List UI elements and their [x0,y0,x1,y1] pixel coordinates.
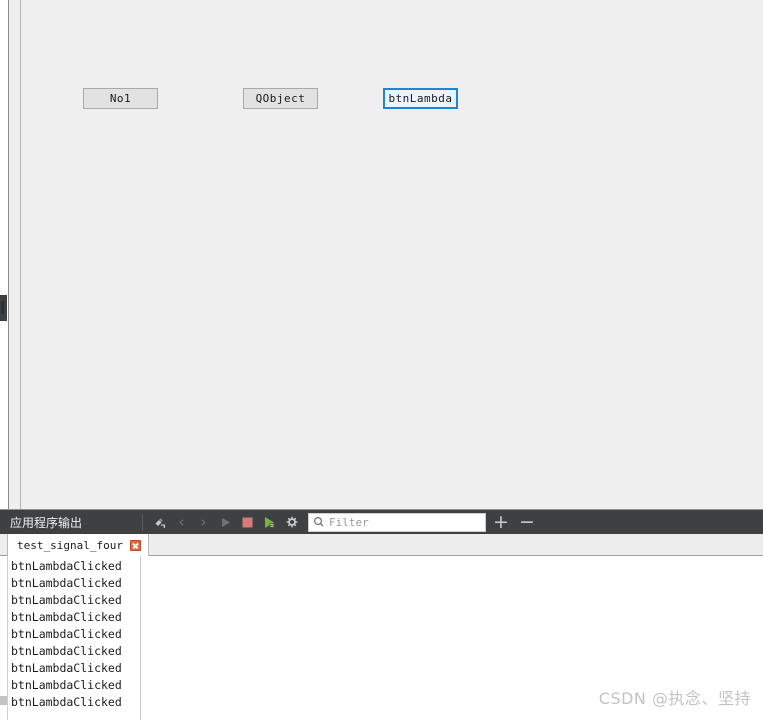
form-button-btnlambda[interactable]: btnLambda [383,88,458,109]
form-button-btnlambda-label: btnLambda [388,92,453,105]
zoom-in-label: + [493,510,509,533]
form-button-no1-label: No1 [109,92,132,105]
log-left-edge [7,556,8,720]
log-line: btnLambdaClicked [11,610,122,624]
log-line: btnLambdaClicked [11,644,122,658]
zoom-out-label: − [519,510,535,533]
form-canvas: No1 QObject btnLambda [8,0,763,509]
form-button-qobject[interactable]: QObject [243,88,318,109]
filter-input[interactable]: Filter [308,512,486,532]
gear-icon[interactable] [281,512,302,533]
log-line: btnLambdaClicked [11,559,122,573]
log-line: btnLambdaClicked [11,661,122,675]
clear-output-icon[interactable] [149,512,170,533]
output-tab-label: test_signal_four [17,538,123,552]
search-icon [313,516,325,528]
chevron-left-icon[interactable]: ‹ [171,512,192,533]
log-scrollbar-handle[interactable] [0,696,7,705]
log-line-list: btnLambdaClicked btnLambdaClicked btnLambd… [11,558,139,711]
filter-placeholder: Filter [329,515,369,529]
log-vertical-divider [140,556,141,720]
zoom-out-button[interactable]: − [516,512,538,533]
rerun-play-icon[interactable] [259,512,280,533]
output-pane-toolbar: 应用程序输出 ‹ › Filter + − [0,509,763,534]
output-tab-strip: test_signal_four [0,534,763,556]
chevron-right-glyph: › [200,512,207,531]
zoom-in-button[interactable]: + [490,512,512,533]
play-icon[interactable] [215,512,236,533]
chevron-right-icon[interactable]: › [193,512,214,533]
close-icon[interactable] [129,539,141,551]
ide-sidebar-sliver[interactable] [0,295,7,321]
log-line: btnLambdaClicked [11,593,122,607]
output-tab-test-signal-four[interactable]: test_signal_four [7,534,149,556]
csdn-watermark: CSDN @执念、坚持 [598,689,751,708]
app-window: No1 QObject btnLambda 应用程序输出 ‹ › Filter … [0,0,763,720]
output-pane-title: 应用程序输出 [10,515,83,530]
form-canvas-inner[interactable]: No1 QObject btnLambda [21,0,763,509]
log-line: btnLambdaClicked [11,627,122,641]
form-button-no1[interactable]: No1 [83,88,158,109]
stop-icon[interactable] [237,512,258,533]
form-button-qobject-label: QObject [255,92,306,105]
log-line: btnLambdaClicked [11,695,122,709]
log-line: btnLambdaClicked [11,678,122,692]
sidebar-sliver-mark [1,301,4,314]
log-line: btnLambdaClicked [11,576,122,590]
chevron-left-glyph: ‹ [178,512,185,531]
toolbar-separator [142,513,143,531]
